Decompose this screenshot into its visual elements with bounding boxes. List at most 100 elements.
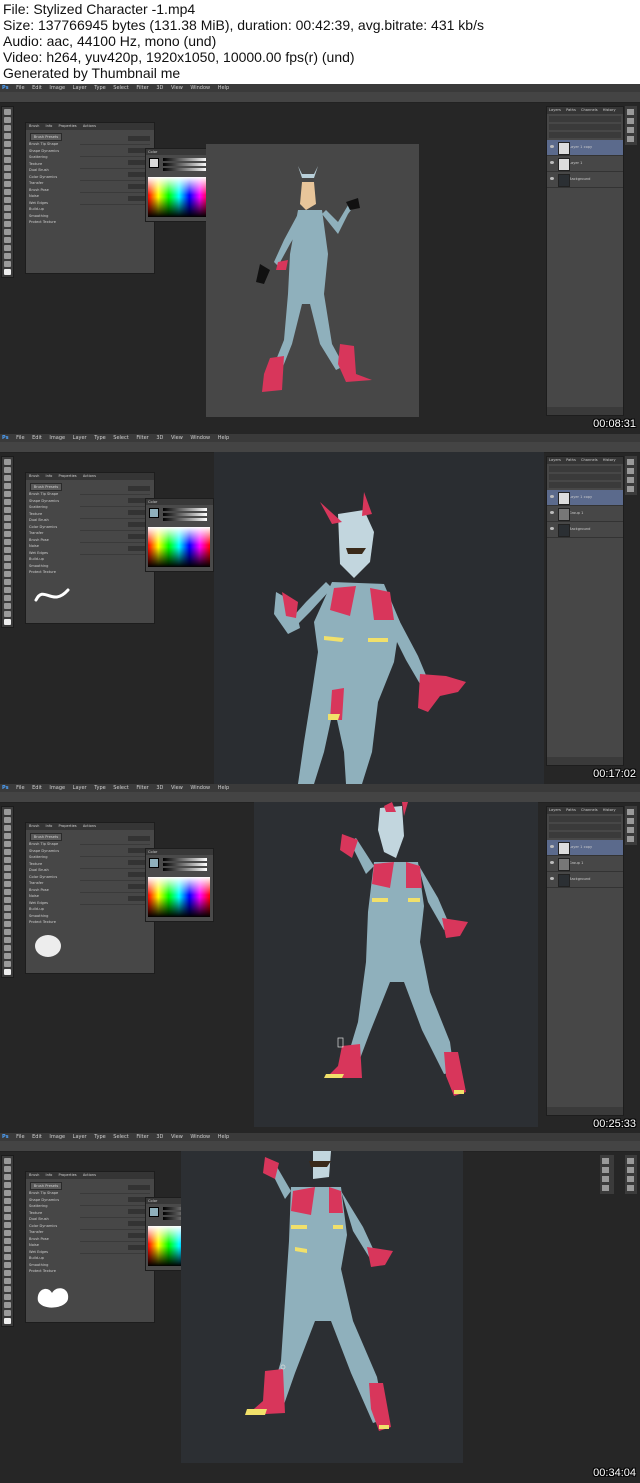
tab-info[interactable]: Info [46,474,53,478]
lasso-tool-icon[interactable] [4,475,11,481]
tab-info[interactable]: Info [46,1173,53,1177]
move-tool-icon[interactable] [4,459,11,465]
shape-tool-icon[interactable] [4,1294,11,1300]
panel-icon[interactable] [627,1167,634,1173]
foreground-swatch[interactable] [149,858,159,868]
panel-icon[interactable] [627,1176,634,1182]
menu-view[interactable]: View [171,85,183,91]
document-canvas[interactable] [206,144,419,417]
healing-tool-icon[interactable] [4,507,11,513]
menu-3d[interactable]: 3D [156,785,163,791]
panel-icon[interactable] [627,827,634,833]
color-swatches-icon[interactable] [4,969,11,975]
tab-paths[interactable]: Paths [566,108,576,112]
zoom-tool-icon[interactable] [4,611,11,617]
menu-help[interactable]: Help [218,785,229,791]
menu-file[interactable]: File [16,1134,24,1140]
eraser-tool-icon[interactable] [4,889,11,895]
layers-footer-toolbar[interactable] [547,407,623,415]
zoom-tool-icon[interactable] [4,261,11,267]
move-tool-icon[interactable] [4,809,11,815]
menu-view[interactable]: View [171,785,183,791]
panel-icon[interactable] [627,809,634,815]
layers-footer-toolbar[interactable] [547,1107,623,1115]
color-swatches-icon[interactable] [4,269,11,275]
menu-select[interactable]: Select [113,785,128,791]
panel-icon[interactable] [602,1158,609,1164]
path-select-tool-icon[interactable] [4,1286,11,1292]
brush-tool-icon[interactable] [4,165,11,171]
menu-view[interactable]: View [171,1134,183,1140]
menu-window[interactable]: Window [190,435,210,441]
tab-channels[interactable]: Channels [581,808,598,812]
layer-row[interactable]: Layer 1 copy [547,140,623,156]
tab-brush[interactable]: Brush [29,824,39,828]
layers-footer-toolbar[interactable] [547,757,623,765]
stamp-tool-icon[interactable] [4,873,11,879]
panel-icon[interactable] [627,477,634,483]
shape-tool-icon[interactable] [4,945,11,951]
layer-row[interactable]: Layer 1 [547,156,623,172]
menu-type[interactable]: Type [94,785,105,791]
zoom-tool-icon[interactable] [4,961,11,967]
hand-tool-icon[interactable] [4,953,11,959]
brush-presets-button[interactable]: Brush Presets [30,1182,62,1190]
eye-icon[interactable] [550,845,554,848]
brush-presets-button[interactable]: Brush Presets [30,833,62,841]
color-sliders[interactable] [163,158,207,173]
menu-3d[interactable]: 3D [156,435,163,441]
marquee-tool-icon[interactable] [4,817,11,823]
brush-tool-icon[interactable] [4,1214,11,1220]
panel-icon[interactable] [627,486,634,492]
tab-properties[interactable]: Properties [59,824,77,828]
dodge-tool-icon[interactable] [4,563,11,569]
stamp-tool-icon[interactable] [4,523,11,529]
tab-actions[interactable]: Actions [83,1173,96,1177]
blur-tool-icon[interactable] [4,1254,11,1260]
crop-tool-icon[interactable] [4,841,11,847]
document-canvas[interactable] [254,802,538,1127]
menu-filter[interactable]: Filter [136,1134,148,1140]
lock-control[interactable] [549,482,621,488]
tab-actions[interactable]: Actions [83,474,96,478]
history-brush-tool-icon[interactable] [4,881,11,887]
layer-filter-control[interactable] [549,466,621,472]
menu-image[interactable]: Image [49,435,65,441]
color-swatches-icon[interactable] [4,1318,11,1324]
menu-edit[interactable]: Edit [32,785,42,791]
blend-mode-control[interactable] [549,474,621,480]
size-jitter-field[interactable] [128,1185,150,1190]
blend-mode-control[interactable] [549,824,621,830]
document-canvas[interactable] [214,452,544,784]
panel-icon[interactable] [602,1185,609,1191]
gradient-tool-icon[interactable] [4,547,11,553]
marquee-tool-icon[interactable] [4,117,11,123]
eye-icon[interactable] [550,527,554,530]
layer-filter-control[interactable] [549,816,621,822]
path-select-tool-icon[interactable] [4,237,11,243]
menu-help[interactable]: Help [218,435,229,441]
eye-icon[interactable] [550,877,554,880]
zoom-tool-icon[interactable] [4,1310,11,1316]
history-brush-tool-icon[interactable] [4,1230,11,1236]
brush-tool-icon[interactable] [4,865,11,871]
panel-icon[interactable] [627,468,634,474]
gradient-tool-icon[interactable] [4,197,11,203]
eye-icon[interactable] [550,145,554,148]
type-tool-icon[interactable] [4,229,11,235]
layer-row[interactable]: Background [547,172,623,188]
brush-option-item[interactable]: Protect Texture [29,1268,75,1275]
menu-type[interactable]: Type [94,85,105,91]
type-tool-icon[interactable] [4,579,11,585]
tab-layers[interactable]: Layers [549,458,561,462]
panel-icon[interactable] [627,459,634,465]
panel-icon[interactable] [627,118,634,124]
menu-image[interactable]: Image [49,85,65,91]
hand-tool-icon[interactable] [4,1302,11,1308]
menu-filter[interactable]: Filter [136,435,148,441]
eye-icon[interactable] [550,495,554,498]
lasso-tool-icon[interactable] [4,125,11,131]
pen-tool-icon[interactable] [4,1270,11,1276]
size-jitter-field[interactable] [128,486,150,491]
eraser-tool-icon[interactable] [4,1238,11,1244]
